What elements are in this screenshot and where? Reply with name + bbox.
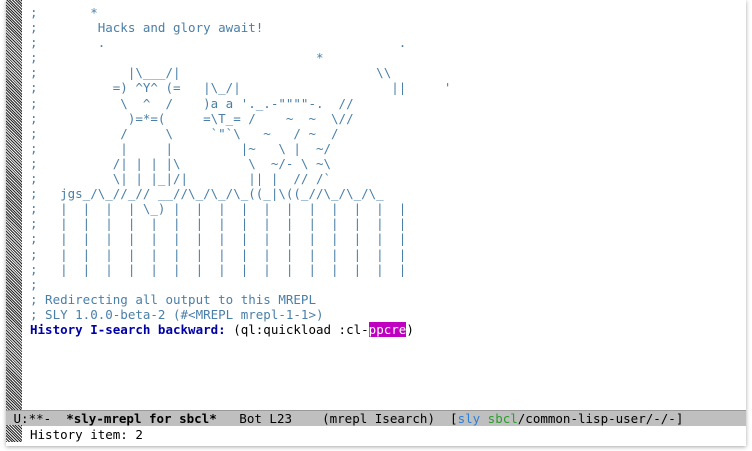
version-line: ; SLY 1.0.0-beta-2 (#<MREPL mrepl-1-1>) [30,306,324,322]
isearch-tail: ) [406,321,414,337]
isearch-text: (ql:quickload :cl- [225,321,369,337]
mode-line: U:**- *sly-mrepl for sbcl* Bot L23 (mrep… [6,410,746,426]
emacs-frame: ; * ; Hacks and glory await! ; . . ; * ;… [6,0,746,446]
modeline-package-path[interactable]: /common-lisp-user/-/-] [518,411,684,426]
modeline-position: Bot L23 [216,411,323,426]
modeline-bracket: [ [450,411,458,426]
isearch-prompt: History I-search backward: [30,321,226,337]
modeline-space [480,411,488,426]
minibuffer-fringe [6,425,22,442]
modeline-buffer-name[interactable]: *sly-mrepl for sbcl* [66,411,217,426]
minibuffer[interactable]: History item: 2 [30,427,730,442]
modeline-modes[interactable]: (mrepl Isearch) [322,411,450,426]
modeline-sly[interactable]: sly [458,411,481,426]
isearch-match: ppcre [368,321,407,337]
left-fringe [6,0,22,410]
banner-art: ; * ; Hacks and glory await! ; . . ; * ;… [30,5,452,292]
modeline-status: U:**- [6,411,67,426]
sly-mrepl-buffer[interactable]: ; * ; Hacks and glory await! ; . . ; * ;… [30,5,740,410]
modeline-sbcl[interactable]: sbcl [488,411,518,426]
isearch-line[interactable]: History I-search backward: (ql:quickload… [30,321,740,337]
redirect-line: ; Redirecting all output to this MREPL [30,291,316,307]
